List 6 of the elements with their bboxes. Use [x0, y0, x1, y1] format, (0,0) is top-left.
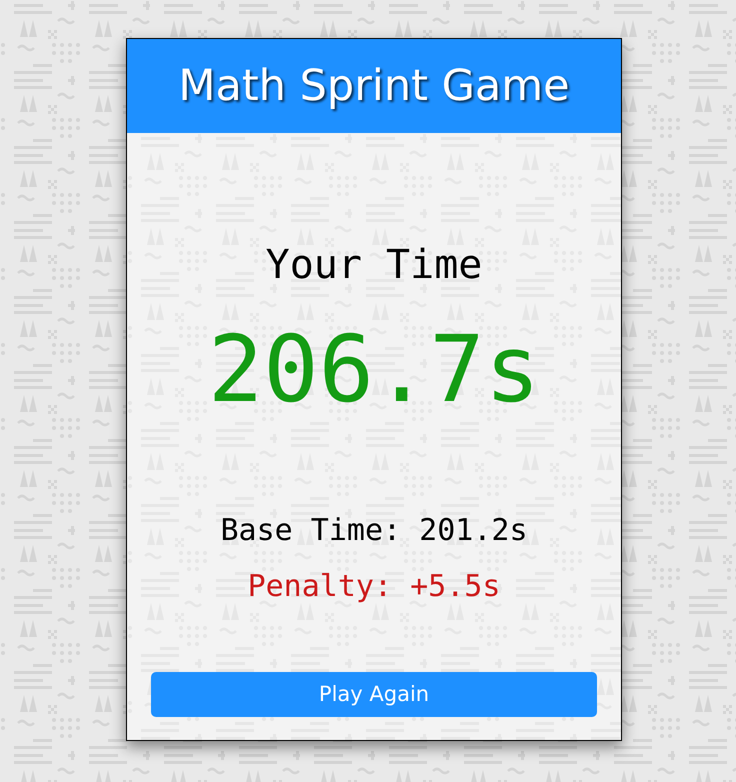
penalty-text: Penalty: +5.5s [248, 569, 500, 605]
play-again-button[interactable]: Play Again [151, 672, 597, 717]
game-title: Math Sprint Game [178, 60, 570, 112]
time-label: Your Time [266, 241, 482, 289]
total-time-value: 206.7s [208, 320, 540, 420]
base-time-text: Base Time: 201.2s [220, 513, 528, 549]
